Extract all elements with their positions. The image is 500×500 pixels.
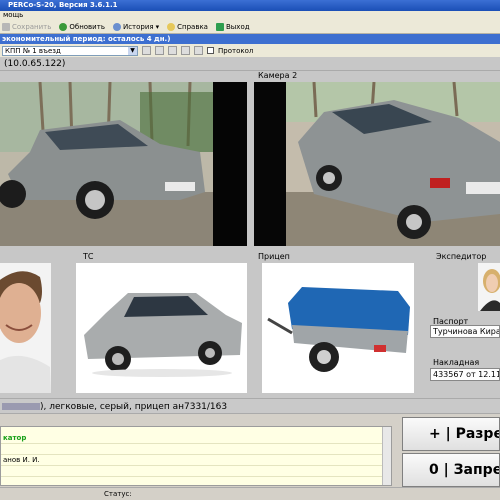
chevron-down-icon[interactable]: ▾ bbox=[156, 23, 160, 31]
refresh-button[interactable]: Обновить bbox=[59, 22, 105, 31]
allow-button[interactable]: + | Разре bbox=[402, 417, 500, 451]
camera-2-label: Камера 2 bbox=[258, 71, 298, 80]
refresh-label: Обновить bbox=[69, 22, 105, 31]
status-bar-label: Статус: bbox=[104, 490, 132, 498]
window-title: PERCo-S-20, Версия 3.6.1.1 bbox=[8, 1, 118, 9]
event-log: катор анов И. И. bbox=[0, 426, 392, 486]
trailer-photo bbox=[262, 263, 414, 393]
window-title-bar: PERCo-S-20, Версия 3.6.1.1 bbox=[0, 0, 500, 11]
refresh-icon bbox=[59, 22, 68, 31]
print-icon[interactable] bbox=[155, 46, 164, 55]
checkpoint-select[interactable]: КПП № 1 въезд ▼ bbox=[2, 45, 138, 56]
panels-area bbox=[0, 249, 500, 398]
save-label: Сохранить bbox=[12, 22, 52, 31]
vehicle-label: ТС bbox=[83, 252, 94, 261]
exit-label: Выход bbox=[225, 22, 250, 31]
log-line-3: анов И. И. bbox=[1, 455, 391, 466]
help-button[interactable]: Справка bbox=[167, 22, 208, 31]
filter-icon[interactable] bbox=[142, 46, 151, 55]
log-scrollbar[interactable] bbox=[382, 427, 391, 485]
waybill-label: Накладная bbox=[433, 358, 480, 367]
control-row: КПП № 1 въезд ▼ Протокол bbox=[0, 44, 500, 57]
camera-2-image bbox=[254, 82, 500, 246]
log-line-1-text: катор bbox=[3, 434, 27, 442]
blurred-plate bbox=[2, 403, 40, 410]
camera-icon[interactable] bbox=[181, 46, 190, 55]
checkpoint-value: КПП № 1 въезд bbox=[5, 46, 61, 55]
trailer-label: Прицеп bbox=[258, 252, 290, 261]
log-line-4 bbox=[1, 466, 391, 477]
person-photo bbox=[0, 263, 51, 393]
protocol-checkbox[interactable] bbox=[207, 47, 214, 54]
vehicle-status-text: ), легковые, серый, прицеп ан7331/163 bbox=[40, 402, 228, 412]
save-icon bbox=[2, 22, 10, 31]
trial-banner: экономительный период: осталось 4 дн.) bbox=[0, 34, 500, 44]
save-button[interactable]: Сохранить bbox=[2, 22, 52, 31]
exit-icon bbox=[215, 22, 224, 31]
settings-icon[interactable] bbox=[168, 46, 177, 55]
allow-label: + | Разре bbox=[429, 426, 500, 442]
menu-bar[interactable]: мощь bbox=[0, 11, 500, 20]
deny-button[interactable]: 0 | Запрет bbox=[402, 453, 500, 487]
history-label: История bbox=[122, 22, 154, 31]
forwarder-photo bbox=[478, 263, 500, 311]
menu-help[interactable]: мощь bbox=[3, 11, 23, 19]
protocol-label: Протокол bbox=[218, 46, 254, 55]
deny-label: 0 | Запрет bbox=[429, 462, 499, 478]
toolbar: Сохранить Обновить История ▾ Справка Вых… bbox=[0, 20, 500, 34]
camera-header: (10.0.65.122) bbox=[0, 57, 500, 71]
history-button[interactable]: История ▾ bbox=[112, 22, 160, 31]
forwarder-label: Экспедитор bbox=[436, 252, 487, 261]
log-line-3-text: анов И. И. bbox=[3, 456, 40, 464]
log-line-1: катор bbox=[1, 433, 391, 444]
help-icon bbox=[167, 22, 176, 31]
log-line-2 bbox=[1, 444, 391, 455]
passport-field[interactable]: Турчинова Кира М bbox=[430, 325, 500, 338]
exit-button[interactable]: Выход bbox=[215, 22, 250, 31]
vehicle-status-line: ), легковые, серый, прицеп ан7331/163 bbox=[0, 398, 500, 414]
vehicle-photo bbox=[76, 263, 247, 393]
help-label: Справка bbox=[177, 22, 208, 31]
camera-1-image bbox=[0, 82, 247, 246]
bottom-status-bar: Статус: bbox=[0, 487, 500, 500]
list-icon[interactable] bbox=[194, 46, 203, 55]
chevron-down-icon[interactable]: ▼ bbox=[128, 46, 137, 55]
history-icon bbox=[112, 22, 121, 31]
waybill-field[interactable]: 433567 от 12.11.1 bbox=[430, 368, 500, 381]
